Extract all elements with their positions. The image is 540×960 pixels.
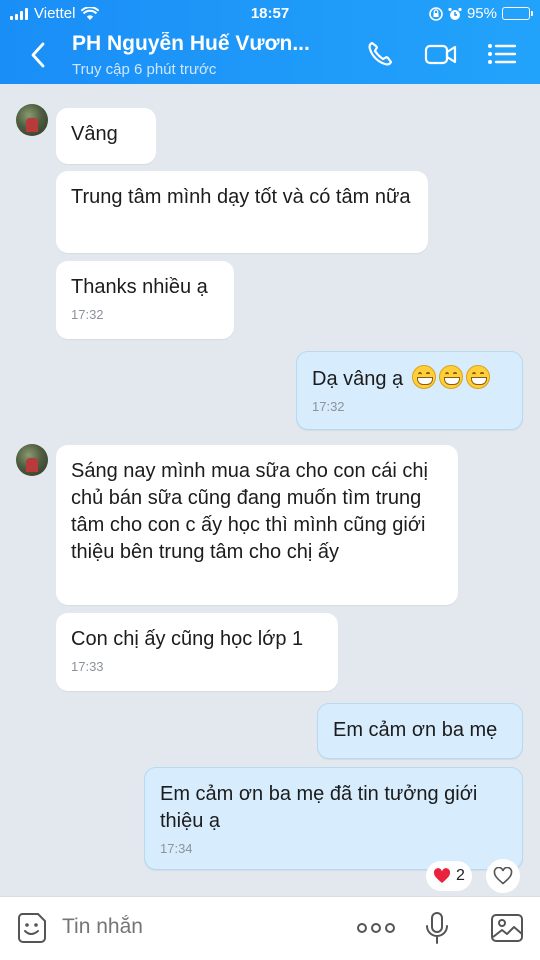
sticker-icon[interactable] [16,911,48,945]
more-options-icon[interactable] [356,917,396,939]
message-bubble[interactable]: Con chị ấy cũng học lớp 1 17:33 [56,613,338,691]
back-icon[interactable] [24,38,54,72]
message-text: Dạ vâng ạ [312,368,404,390]
battery-icon [502,7,533,20]
chat-header: Viettel 18:57 95% PH Nguyễn Huế Vươn... … [0,0,540,84]
avatar[interactable] [16,444,48,476]
message-time: 17:32 [312,399,345,414]
message-bubble[interactable]: Vâng [56,108,156,164]
phone-icon[interactable] [364,38,398,70]
message-text: Em cảm ơn ba mẹ [333,719,498,741]
message-text: Thanks nhiều ạ [71,276,208,298]
composer-bar [0,896,540,960]
heart-icon [433,868,451,883]
reaction-badge[interactable]: 2 [426,861,472,891]
microphone-icon[interactable] [424,911,450,947]
message-bubble[interactable]: Thanks nhiều ạ 17:32 [56,261,234,339]
status-bar: Viettel 18:57 95% [0,0,540,28]
message-text: Con chị ấy cũng học lớp 1 [71,628,304,650]
contact-name[interactable]: PH Nguyễn Huế Vươn... [72,32,332,56]
grinning-face-icon [411,365,436,389]
message-time: 17:33 [71,659,104,674]
message-text: Trung tâm mình dạy tốt và có tâm nữa [71,186,411,208]
message-bubble-sent[interactable]: Em cảm ơn ba mẹ đã tin tưởng giới thiệu … [144,767,523,870]
react-button[interactable] [486,859,520,893]
menu-icon[interactable] [486,38,520,70]
message-bubble[interactable]: Sáng nay mình mua sữa cho con cái chị ch… [56,445,458,605]
message-time: 17:34 [160,841,193,856]
avatar[interactable] [16,104,48,136]
message-text: Sáng nay mình mua sữa cho con cái chị ch… [71,460,428,563]
orientation-lock-icon [429,6,443,21]
message-bubble-sent[interactable]: Dạ vâng ạ 17:32 [296,351,523,430]
battery-percent: 95% [466,5,497,22]
grinning-face-icon [465,365,490,389]
video-call-icon[interactable] [424,38,458,70]
message-list[interactable]: Vâng Trung tâm mình dạy tốt và có tâm nữ… [0,84,540,896]
message-bubble-sent[interactable]: Em cảm ơn ba mẹ [317,703,523,759]
message-text: Em cảm ơn ba mẹ đã tin tưởng giới thiệu … [160,783,478,832]
heart-outline-icon [493,867,513,885]
alarm-icon [448,7,462,20]
message-input[interactable] [62,915,262,939]
message-text: Vâng [71,123,118,145]
last-seen: Truy cập 6 phút trước [72,61,217,78]
image-icon[interactable] [490,911,524,945]
message-time: 17:32 [71,307,104,322]
message-bubble[interactable]: Trung tâm mình dạy tốt và có tâm nữa [56,171,428,253]
reaction-count: 2 [456,867,465,884]
grinning-face-icon [438,365,463,389]
